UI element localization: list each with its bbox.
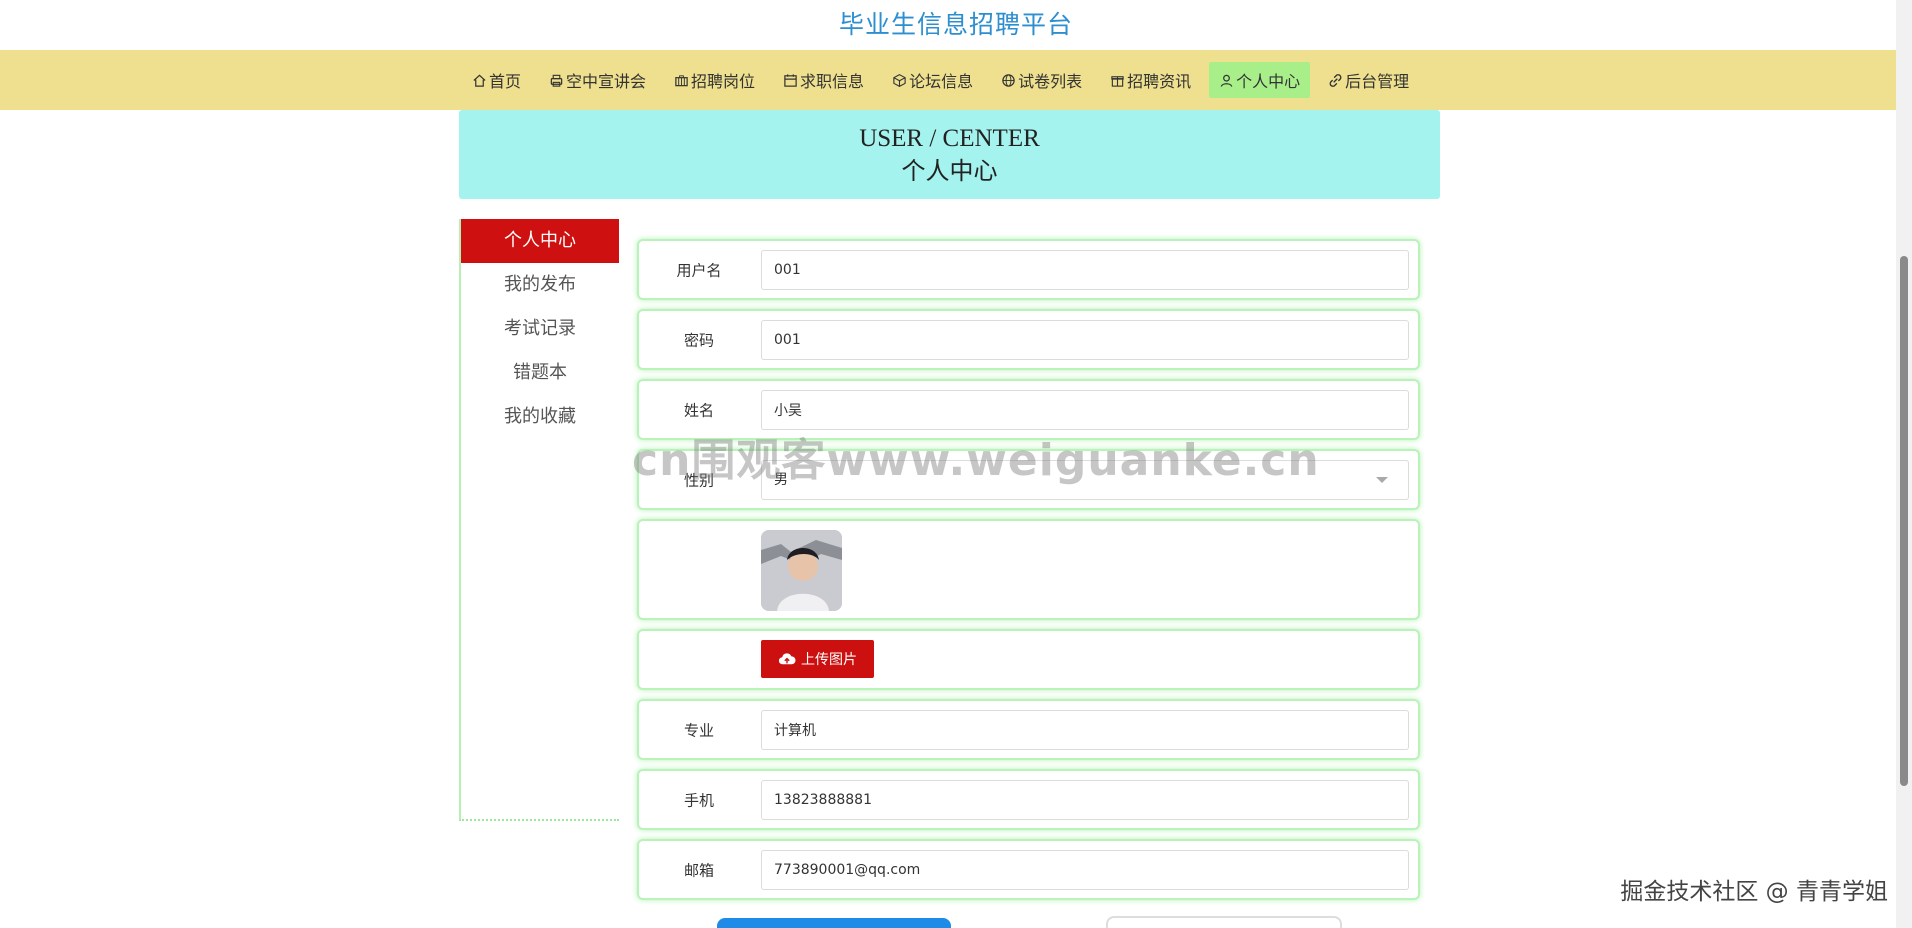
sidebar-item-user-center[interactable]: 个人中心: [461, 219, 619, 263]
scrollbar-thumb[interactable]: [1900, 256, 1908, 786]
form-row-email: 邮箱: [637, 839, 1420, 900]
update-info-button[interactable]: [717, 918, 951, 928]
nav-item-label: 论坛信息: [909, 72, 974, 91]
name-label: 姓名: [683, 401, 714, 419]
nav-item-label: 首页: [489, 72, 522, 91]
form-row-phone: 手机: [637, 769, 1420, 830]
gender-label: 性别: [683, 471, 714, 489]
password-input[interactable]: [761, 320, 1409, 360]
banner-title-en: USER / CENTER: [859, 125, 1040, 152]
form-row-password: 密码: [637, 309, 1420, 370]
nav-item-jobs[interactable]: 招聘岗位: [664, 62, 765, 98]
avatar-photo-icon: [761, 530, 842, 611]
top-navbar: 首页 空中宣讲会 招聘岗位 求职信息 论坛信息 试卷列表 招聘资讯 个人中心 后…: [0, 50, 1896, 110]
globe-icon: [1001, 73, 1016, 88]
nav-item-label: 空中宣讲会: [566, 72, 647, 91]
email-label: 邮箱: [683, 861, 714, 879]
nav-item-admin[interactable]: 后台管理: [1318, 62, 1419, 98]
page: 毕业生信息招聘平台 首页 空中宣讲会 招聘岗位 求职信息 论坛信息 试卷列表 招…: [0, 0, 1912, 928]
email-input[interactable]: [761, 850, 1409, 890]
form-row-name: 姓名: [637, 379, 1420, 440]
nav-item-label: 个人中心: [1236, 72, 1301, 91]
chevron-down-icon: [1376, 477, 1388, 483]
logout-button[interactable]: [1106, 916, 1342, 928]
nav-item-user-center[interactable]: 个人中心: [1209, 62, 1311, 98]
name-input[interactable]: [761, 390, 1409, 430]
username-label: 用户名: [676, 261, 722, 279]
nav-item-news[interactable]: 招聘资讯: [1100, 62, 1201, 98]
briefcase-icon: [674, 73, 689, 88]
upload-image-button[interactable]: 上传图片: [761, 640, 874, 678]
nav-item-job-seeking[interactable]: 求职信息: [773, 62, 874, 98]
nav-item-label: 试卷列表: [1018, 72, 1083, 91]
nav-item-label: 求职信息: [800, 72, 865, 91]
form-row-major: 专业: [637, 699, 1420, 760]
gender-select-value: 男: [774, 472, 788, 488]
banner-title-cn: 个人中心: [901, 157, 998, 185]
sidebar-item-exam-records[interactable]: 考试记录: [461, 307, 619, 351]
gender-select[interactable]: 男: [761, 460, 1409, 500]
page-banner: USER / CENTER 个人中心: [459, 110, 1440, 199]
calendar-icon: [783, 73, 798, 88]
user-sidebar: 个人中心 我的发布 考试记录 错题本 我的收藏: [459, 219, 619, 821]
upload-button-label: 上传图片: [801, 651, 857, 667]
home-icon: [472, 73, 487, 88]
username-input[interactable]: [761, 250, 1409, 290]
nav-item-label: 招聘岗位: [691, 72, 756, 91]
sidebar-item-my-posts[interactable]: 我的发布: [461, 263, 619, 307]
form-row-upload: 上传图片: [637, 629, 1420, 690]
user-icon: [1219, 73, 1234, 88]
major-input[interactable]: [761, 710, 1409, 750]
link-icon: [1328, 73, 1343, 88]
nav-item-home[interactable]: 首页: [462, 62, 531, 98]
phone-input[interactable]: [761, 780, 1409, 820]
box-icon: [892, 73, 907, 88]
sidebar-item-favorites[interactable]: 我的收藏: [461, 395, 619, 439]
form-row-gender: 性别 男: [637, 449, 1420, 510]
avatar: [761, 530, 842, 611]
phone-label: 手机: [683, 791, 714, 809]
page-scrollbar[interactable]: [1896, 0, 1912, 928]
nav-menu: 首页 空中宣讲会 招聘岗位 求职信息 论坛信息 试卷列表 招聘资讯 个人中心 后…: [462, 50, 1419, 110]
nav-item-air-lecture[interactable]: 空中宣讲会: [539, 62, 656, 98]
print-icon: [549, 73, 564, 88]
password-label: 密码: [683, 331, 714, 349]
form-row-avatar: [637, 519, 1420, 620]
site-title: 毕业生信息招聘平台: [838, 10, 1073, 39]
form-row-username: 用户名: [637, 239, 1420, 300]
nav-item-forum[interactable]: 论坛信息: [882, 62, 983, 98]
gift-icon: [1110, 73, 1125, 88]
cloud-upload-icon: [778, 653, 796, 665]
nav-item-exam-list[interactable]: 试卷列表: [991, 62, 1092, 98]
nav-item-label: 后台管理: [1345, 72, 1410, 91]
sidebar-item-wrong-questions[interactable]: 错题本: [461, 351, 619, 395]
major-label: 专业: [683, 721, 714, 739]
nav-item-label: 招聘资讯: [1127, 72, 1192, 91]
source-watermark: 掘金技术社区 @ 青青学姐: [1620, 879, 1888, 905]
